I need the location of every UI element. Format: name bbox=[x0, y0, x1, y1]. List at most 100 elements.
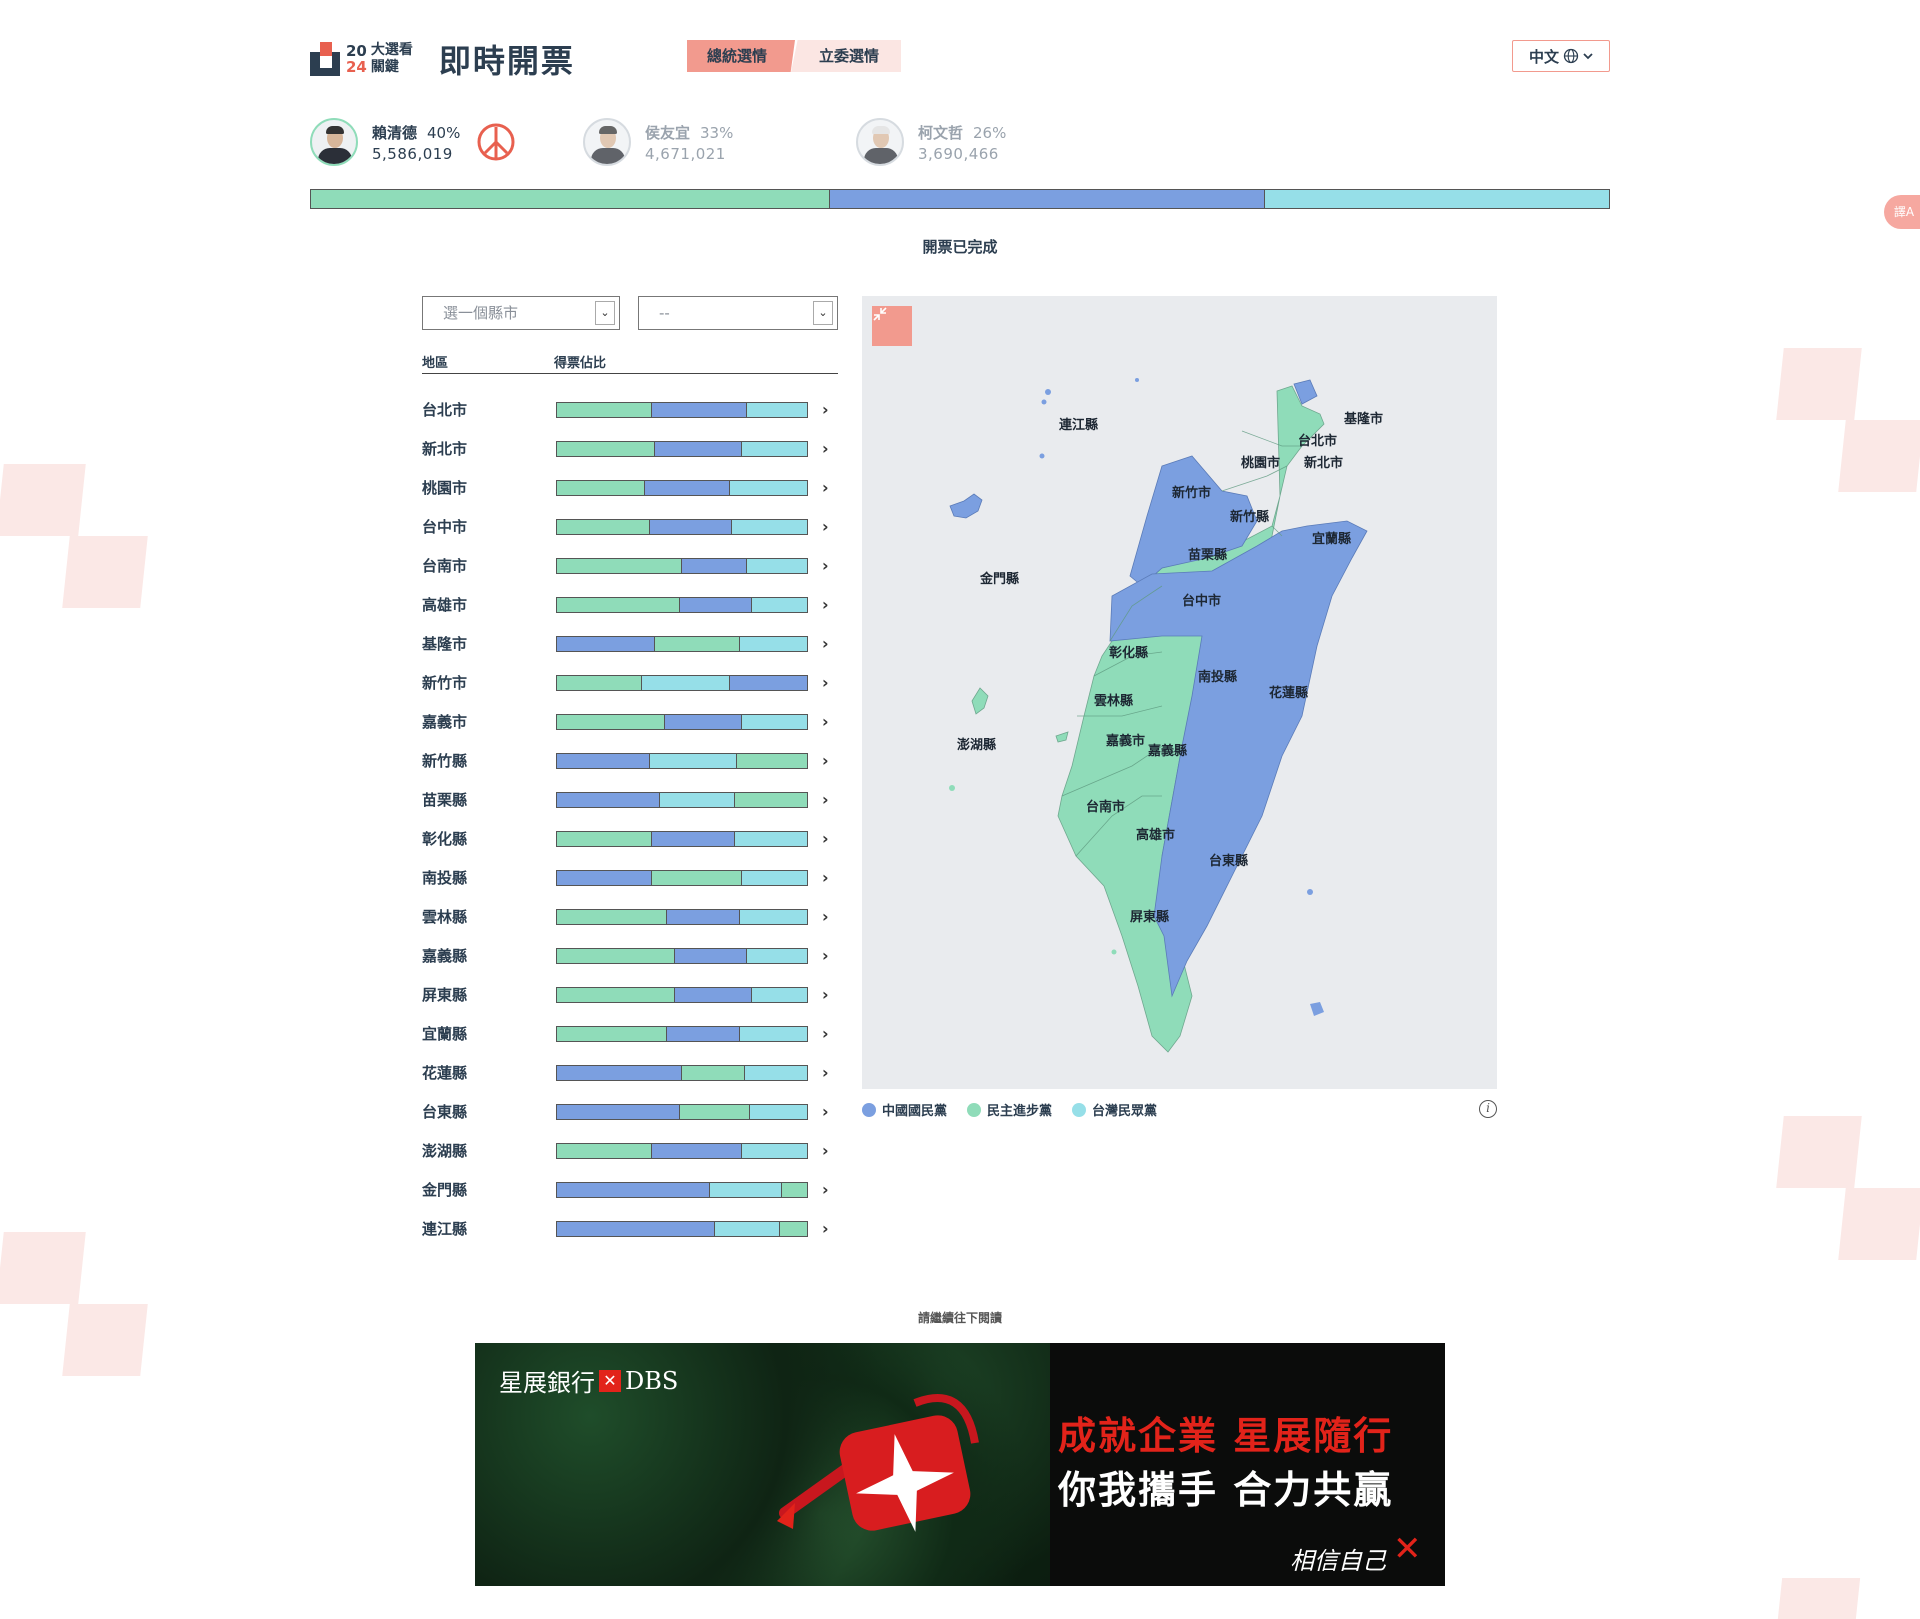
close-x-icon: ✕ bbox=[1393, 1529, 1422, 1569]
region-name: 彰化縣 bbox=[422, 830, 468, 848]
region-row[interactable]: 連江縣 › bbox=[422, 1209, 842, 1248]
region-share-bar bbox=[556, 986, 808, 1003]
region-row[interactable]: 嘉義市 › bbox=[422, 702, 842, 741]
chevron-right-icon[interactable]: › bbox=[822, 634, 829, 653]
share-segment-dpp bbox=[557, 714, 665, 729]
region-row[interactable]: 宜蘭縣 › bbox=[422, 1014, 842, 1053]
share-segment-kmt bbox=[557, 1221, 715, 1236]
region-row[interactable]: 基隆市 › bbox=[422, 624, 842, 663]
region-row[interactable]: 雲林縣 › bbox=[422, 897, 842, 936]
region-row[interactable]: 新北市 › bbox=[422, 429, 842, 468]
region-share-bar bbox=[556, 1103, 808, 1120]
candidate-votes: 3,690,466 bbox=[918, 144, 999, 163]
region-row[interactable]: 新竹縣 › bbox=[422, 741, 842, 780]
region-row[interactable]: 苗栗縣 › bbox=[422, 780, 842, 819]
share-segment-tpp bbox=[709, 1182, 782, 1197]
chevron-right-icon[interactable]: › bbox=[822, 673, 829, 692]
collapse-map-button[interactable] bbox=[872, 306, 912, 346]
language-selector[interactable]: 中文 bbox=[1512, 40, 1610, 72]
chevron-right-icon[interactable]: › bbox=[822, 478, 829, 497]
map-label: 台東縣 bbox=[1209, 854, 1249, 869]
chevron-right-icon[interactable]: › bbox=[822, 1180, 829, 1199]
taiwan-map[interactable]: 連江縣 基隆市 台北市 桃園市 新北市 新竹市 新竹縣 宜蘭縣 苗栗縣 金門縣 … bbox=[862, 296, 1497, 1089]
map-region-penghu[interactable] bbox=[1055, 731, 1069, 743]
chevron-right-icon[interactable]: › bbox=[822, 985, 829, 1004]
map-label: 連江縣 bbox=[1059, 418, 1099, 433]
region-row[interactable]: 台東縣 › bbox=[422, 1092, 842, 1131]
region-share-bar bbox=[556, 596, 808, 613]
candidate-avatar bbox=[583, 118, 631, 166]
tab-presidential[interactable]: 總統選情 bbox=[687, 40, 795, 72]
region-row[interactable]: 金門縣 › bbox=[422, 1170, 842, 1209]
region-row[interactable]: 高雄市 › bbox=[422, 585, 842, 624]
share-segment-dpp bbox=[557, 909, 667, 924]
candidate-avatar bbox=[856, 118, 904, 166]
region-name: 宜蘭縣 bbox=[422, 1025, 468, 1043]
region-row[interactable]: 彰化縣 › bbox=[422, 819, 842, 858]
chevron-right-icon[interactable]: › bbox=[822, 868, 829, 887]
map-region-matsu[interactable] bbox=[1045, 389, 1051, 395]
chevron-right-icon[interactable]: › bbox=[822, 400, 829, 419]
chevron-right-icon[interactable]: › bbox=[822, 1102, 829, 1121]
tab-legislative[interactable]: 立委選情 bbox=[791, 40, 901, 72]
chevron-down-icon bbox=[1583, 53, 1593, 60]
chevron-right-icon[interactable]: › bbox=[822, 1063, 829, 1082]
chevron-right-icon[interactable]: › bbox=[822, 712, 829, 731]
region-row[interactable]: 台中市 › bbox=[422, 507, 842, 546]
site-logo[interactable]: 20 24 大選看關鍵 即時開票 bbox=[310, 36, 575, 82]
region-row[interactable]: 南投縣 › bbox=[422, 858, 842, 897]
chevron-right-icon[interactable]: › bbox=[822, 517, 829, 536]
map-region-penghu[interactable] bbox=[971, 687, 989, 715]
map-region-matsu[interactable] bbox=[1039, 453, 1045, 459]
share-segment-dpp bbox=[557, 558, 682, 573]
region-row[interactable]: 花蓮縣 › bbox=[422, 1053, 842, 1092]
region-row[interactable]: 嘉義縣 › bbox=[422, 936, 842, 975]
county-select[interactable]: 選一個縣市 ⌄ bbox=[422, 296, 620, 330]
map-label: 雲林縣 bbox=[1094, 694, 1134, 709]
district-select[interactable]: -- ⌄ bbox=[638, 296, 838, 330]
region-row[interactable]: 台南市 › bbox=[422, 546, 842, 585]
map-label: 台北市 bbox=[1298, 434, 1338, 449]
map-region-small-island[interactable] bbox=[1111, 949, 1117, 955]
map-region-lanyu[interactable] bbox=[1310, 1002, 1324, 1016]
chevron-right-icon[interactable]: › bbox=[822, 829, 829, 848]
translate-side-tab[interactable]: 譯A bbox=[1884, 195, 1920, 229]
share-segment-kmt bbox=[644, 480, 730, 495]
decor-square bbox=[0, 464, 86, 536]
chevron-right-icon[interactable]: › bbox=[822, 1141, 829, 1160]
info-icon[interactable]: i bbox=[1479, 1100, 1497, 1118]
chevron-right-icon[interactable]: › bbox=[822, 595, 829, 614]
map-region-kinmen[interactable] bbox=[949, 493, 983, 519]
share-segment-tpp bbox=[742, 1143, 807, 1158]
chevron-right-icon[interactable]: › bbox=[822, 907, 829, 926]
region-share-bar bbox=[556, 752, 808, 769]
region-share-bar bbox=[556, 557, 808, 574]
region-row[interactable]: 新竹市 › bbox=[422, 663, 842, 702]
chevron-right-icon[interactable]: › bbox=[822, 790, 829, 809]
region-row[interactable]: 澎湖縣 › bbox=[422, 1131, 842, 1170]
chevron-right-icon[interactable]: › bbox=[822, 751, 829, 770]
chevron-right-icon[interactable]: › bbox=[822, 1219, 829, 1238]
share-segment-dpp bbox=[779, 1221, 807, 1236]
district-select-value: -- bbox=[659, 304, 670, 322]
map-region-penghu[interactable] bbox=[949, 785, 955, 791]
advertisement-banner[interactable]: 星展銀行 ✕ DBS 成就企業 星展隨行 你我攜手 合力共贏 相信自己 ✕ bbox=[475, 1343, 1445, 1586]
share-segment-dpp bbox=[679, 1104, 750, 1119]
chevron-right-icon[interactable]: › bbox=[822, 1024, 829, 1043]
legend-dot bbox=[1072, 1102, 1087, 1117]
legend-label: 台灣民眾黨 bbox=[1092, 1104, 1158, 1119]
chevron-right-icon[interactable]: › bbox=[822, 556, 829, 575]
region-share-bar bbox=[556, 1220, 808, 1237]
region-row[interactable]: 台北市 › bbox=[422, 390, 842, 429]
chevron-right-icon[interactable]: › bbox=[822, 946, 829, 965]
region-row[interactable]: 屏東縣 › bbox=[422, 975, 842, 1014]
region-share-bar bbox=[556, 1142, 808, 1159]
map-region-matsu[interactable] bbox=[1135, 378, 1139, 382]
share-segment-tpp bbox=[729, 480, 807, 495]
map-region-matsu[interactable] bbox=[1041, 399, 1047, 405]
region-row[interactable]: 桃園市 › bbox=[422, 468, 842, 507]
map-region-green-island[interactable] bbox=[1307, 889, 1313, 895]
region-name: 屏東縣 bbox=[422, 986, 468, 1004]
chevron-right-icon[interactable]: › bbox=[822, 439, 829, 458]
share-segment-kmt bbox=[652, 402, 747, 417]
